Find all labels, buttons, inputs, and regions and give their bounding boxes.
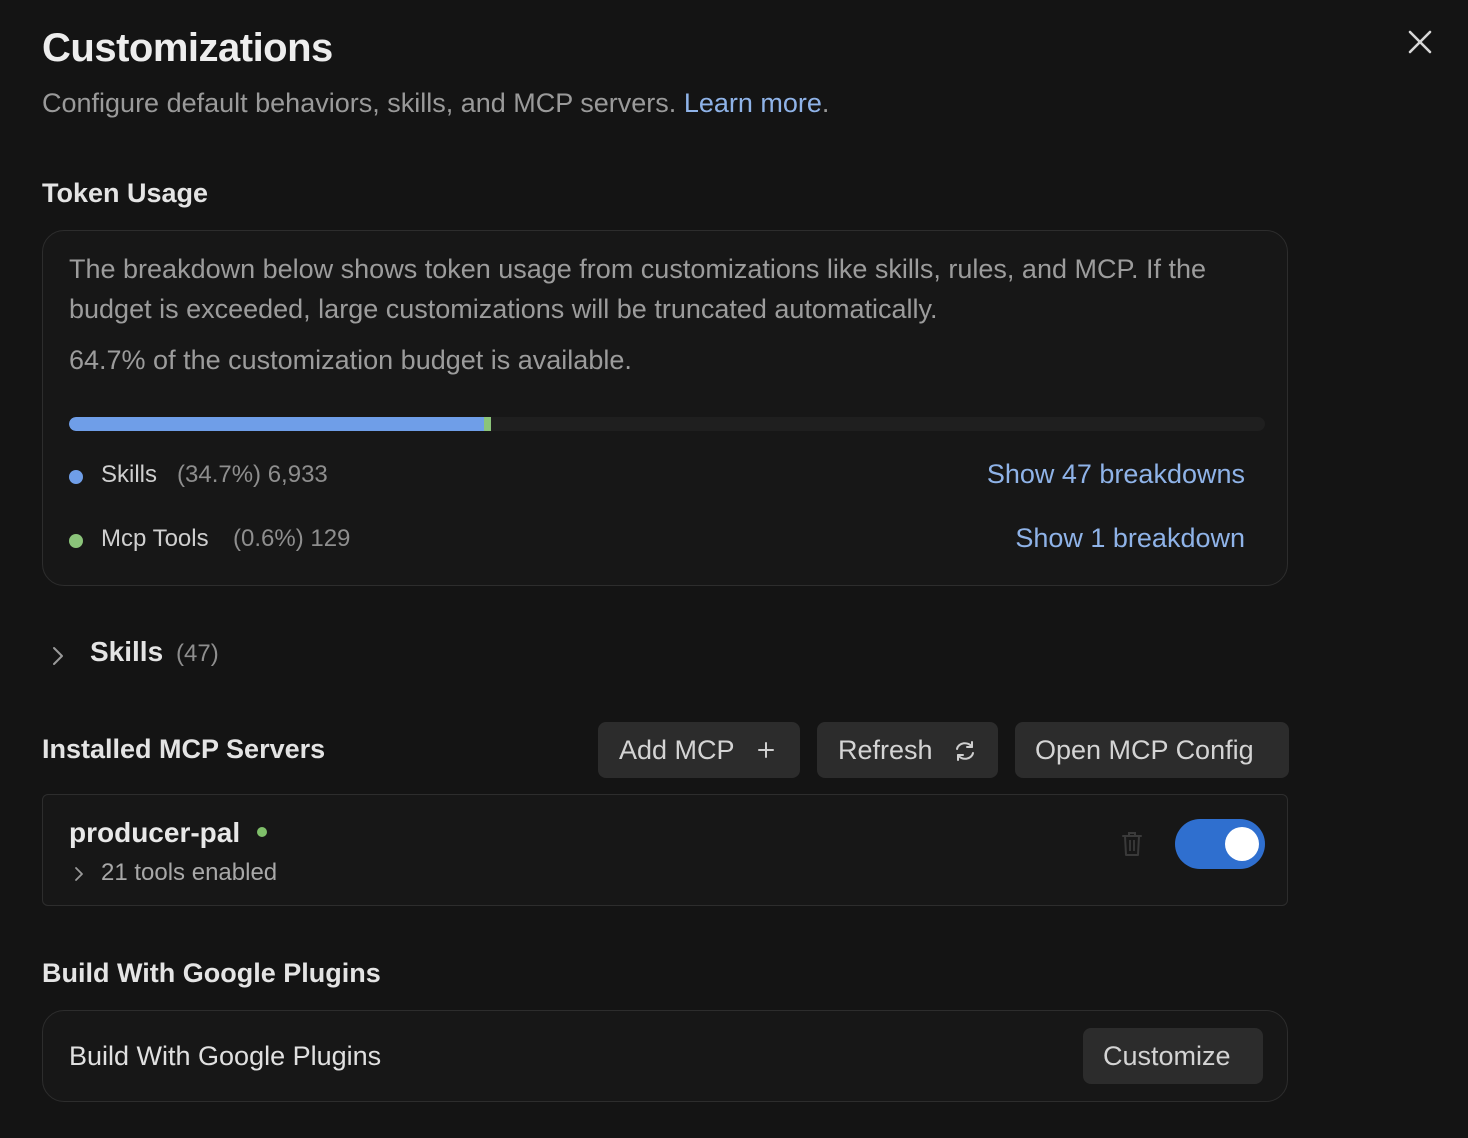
page-subtitle: Configure default behaviors, skills, and… bbox=[42, 88, 829, 119]
subtitle-period: . bbox=[821, 88, 830, 118]
toggle-knob bbox=[1225, 827, 1259, 861]
budget-bar bbox=[69, 417, 1265, 431]
legend-name: Mcp Tools bbox=[101, 525, 209, 552]
refresh-icon bbox=[956, 741, 974, 761]
server-enabled-toggle[interactable] bbox=[1175, 819, 1265, 869]
subtitle-text: Configure default behaviors, skills, and… bbox=[42, 88, 677, 118]
plus-icon bbox=[758, 742, 774, 758]
plugins-heading: Build With Google Plugins bbox=[42, 958, 381, 988]
budget-segment-mcp-tools bbox=[484, 417, 492, 431]
trash-icon bbox=[1122, 832, 1142, 856]
legend-stats: (0.6%) 129 bbox=[233, 525, 351, 552]
plugins-item-label: Build With Google Plugins bbox=[69, 1041, 382, 1071]
refresh-button[interactable]: Refresh bbox=[817, 722, 998, 778]
chevron-right-icon bbox=[75, 867, 83, 881]
legend-stats: (34.7%) 6,933 bbox=[177, 461, 328, 488]
open-mcp-config-button[interactable]: Open MCP Config bbox=[1015, 722, 1289, 778]
token-usage-heading: Token Usage bbox=[42, 178, 209, 208]
mcp-tools-legend-dot bbox=[69, 534, 83, 548]
customize-button[interactable]: Customize bbox=[1083, 1028, 1263, 1084]
token-usage-card: The breakdown below shows token usage fr… bbox=[42, 230, 1288, 586]
server-name: producer-pal bbox=[69, 817, 241, 848]
mcp-server-card: producer-pal 21 tools enabled bbox=[42, 794, 1288, 906]
add-mcp-label: Add MCP bbox=[619, 735, 735, 765]
installed-mcp-heading: Installed MCP Servers bbox=[42, 734, 326, 764]
close-icon bbox=[1408, 30, 1432, 54]
show-breakdowns-link-skills[interactable]: Show 47 breakdowns bbox=[987, 459, 1245, 490]
legend-name: Skills bbox=[101, 461, 158, 488]
refresh-label: Refresh bbox=[838, 735, 933, 765]
delete-server-button[interactable] bbox=[1121, 831, 1143, 862]
token-usage-description: The breakdown below shows token usage fr… bbox=[69, 254, 1207, 324]
server-status-indicator bbox=[257, 827, 267, 837]
learn-more-link[interactable]: Learn more bbox=[684, 88, 822, 118]
page-title: Customizations bbox=[42, 26, 333, 70]
open-mcp-config-label: Open MCP Config bbox=[1035, 735, 1254, 765]
tools-enabled-text: 21 tools enabled bbox=[101, 859, 278, 886]
add-mcp-button[interactable]: Add MCP bbox=[598, 722, 800, 778]
skills-label: Skills bbox=[90, 636, 164, 667]
customize-label: Customize bbox=[1103, 1041, 1231, 1071]
close-button[interactable] bbox=[1402, 24, 1438, 60]
plugins-card: Build With Google Plugins Customize bbox=[42, 1010, 1288, 1102]
chevron-right-icon bbox=[53, 647, 63, 665]
legend-row-mcp-tools: Mcp Tools (0.6%) 129 Show 1 breakdown bbox=[69, 523, 1245, 557]
budget-available-text: 64.7% of the customization budget is ava… bbox=[69, 345, 632, 375]
show-breakdowns-link-mcp-tools[interactable]: Show 1 breakdown bbox=[1015, 523, 1245, 554]
legend-row-skills: Skills (34.7%) 6,933 Show 47 breakdowns bbox=[69, 459, 1245, 493]
skills-count: (47) bbox=[176, 640, 219, 667]
skills-legend-dot bbox=[69, 470, 83, 484]
customizations-panel: Customizations Configure default behavio… bbox=[0, 0, 1468, 1138]
budget-segment-skills bbox=[69, 417, 484, 431]
